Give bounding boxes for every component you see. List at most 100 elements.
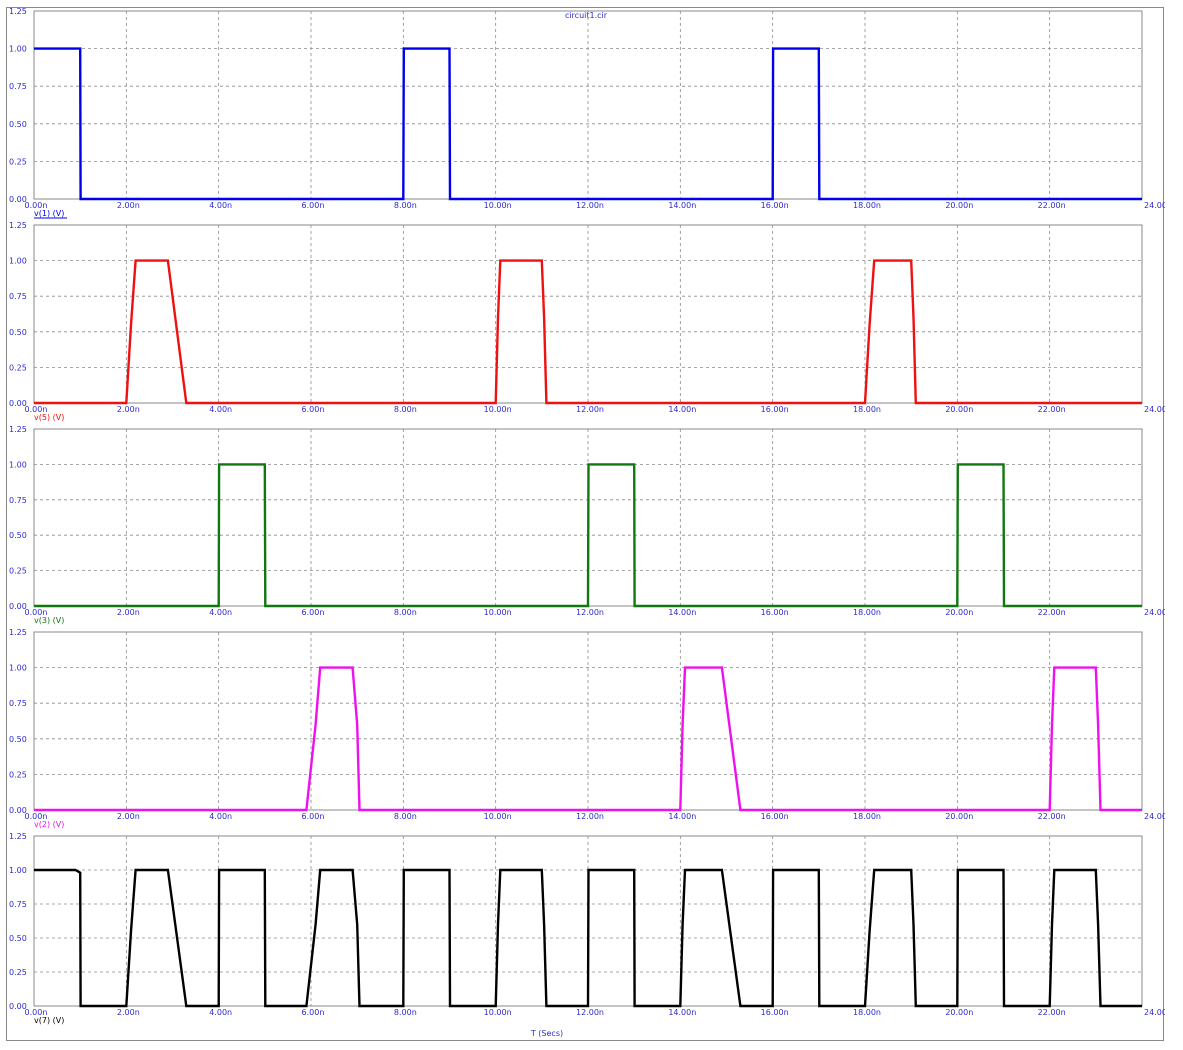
x-tick-label: 12.00n bbox=[576, 608, 604, 617]
y-tick-label: 1.00 bbox=[9, 866, 27, 875]
y-tick-label: 1.25 bbox=[9, 221, 27, 230]
x-tick-label: 10.00n bbox=[484, 812, 512, 821]
x-tick-label: 8.00n bbox=[394, 405, 417, 414]
y-tick-label: 1.25 bbox=[9, 628, 27, 637]
series-label-v5: v(5) (V) bbox=[34, 413, 64, 422]
x-tick-label: 6.00n bbox=[302, 812, 325, 821]
y-tick-label: 1.25 bbox=[9, 832, 27, 841]
x-tick-label: 20.00n bbox=[945, 812, 973, 821]
x-tick-label: 18.00n bbox=[853, 812, 881, 821]
x-tick-label: 20.00n bbox=[945, 405, 973, 414]
y-tick-label: 0.25 bbox=[9, 363, 27, 372]
panel-1 bbox=[33, 10, 1143, 219]
trace-v3 bbox=[34, 463, 1142, 608]
x-tick-label: 16.00n bbox=[761, 405, 789, 414]
x-tick-label: 20.00n bbox=[945, 201, 973, 210]
y-tick-label: 0.75 bbox=[9, 82, 27, 91]
x-tick-label: 4.00n bbox=[209, 1008, 232, 1017]
y-tick-label: 1.25 bbox=[9, 8, 27, 16]
x-tick-label: 22.00n bbox=[1038, 405, 1066, 414]
x-tick-label: 14.00n bbox=[668, 405, 696, 414]
x-tick-label: 18.00n bbox=[853, 608, 881, 617]
x-tick-label: 14.00n bbox=[668, 812, 696, 821]
y-tick-label: 0.50 bbox=[9, 328, 27, 337]
y-tick-label: 0.75 bbox=[9, 900, 27, 909]
x-tick-label: 4.00n bbox=[209, 405, 232, 414]
x-tick-label: 24.00n bbox=[1144, 201, 1165, 210]
x-tick-label: 24.00n bbox=[1144, 1008, 1165, 1017]
x-tick-label: 20.00n bbox=[945, 1008, 973, 1017]
trace-v7 bbox=[34, 868, 1142, 1008]
y-tick-label: 0.50 bbox=[9, 531, 27, 540]
x-tick-label: 4.00n bbox=[209, 201, 232, 210]
x-tick-label: 4.00n bbox=[209, 812, 232, 821]
x-tick-label: 8.00n bbox=[394, 1008, 417, 1017]
x-tick-label: 12.00n bbox=[576, 201, 604, 210]
panel-border bbox=[33, 10, 1143, 200]
y-tick-label: 0.75 bbox=[9, 699, 27, 708]
y-tick-label: 0.25 bbox=[9, 567, 27, 576]
x-tick-label: 18.00n bbox=[853, 201, 881, 210]
x-tick-label: 8.00n bbox=[394, 201, 417, 210]
x-tick-label: 10.00n bbox=[484, 405, 512, 414]
x-tick-label: 22.00n bbox=[1038, 608, 1066, 617]
x-tick-label: 18.00n bbox=[853, 1008, 881, 1017]
x-tick-label: 24.00n bbox=[1144, 812, 1165, 821]
series-label-v3: v(3) (V) bbox=[34, 616, 64, 625]
y-tick-label: 1.25 bbox=[9, 425, 27, 434]
x-tick-label: 8.00n bbox=[394, 608, 417, 617]
series-label-v7: v(7) (V) bbox=[34, 1016, 64, 1025]
x-tick-label: 6.00n bbox=[302, 1008, 325, 1017]
x-tick-label: 4.00n bbox=[209, 608, 232, 617]
x-tick-label: 8.00n bbox=[394, 812, 417, 821]
x-tick-label: 6.00n bbox=[302, 608, 325, 617]
x-tick-label: 6.00n bbox=[302, 405, 325, 414]
x-tick-label: 14.00n bbox=[668, 201, 696, 210]
x-tick-label: 16.00n bbox=[761, 608, 789, 617]
x-tick-label: 20.00n bbox=[945, 608, 973, 617]
y-tick-label: 0.75 bbox=[9, 292, 27, 301]
x-tick-label: 14.00n bbox=[668, 608, 696, 617]
x-tick-label: 14.00n bbox=[668, 1008, 696, 1017]
y-tick-label: 1.00 bbox=[9, 664, 27, 673]
x-tick-label: 10.00n bbox=[484, 608, 512, 617]
x-tick-label: 16.00n bbox=[761, 201, 789, 210]
panel-2 bbox=[33, 224, 1143, 405]
x-axis-label: T (Secs) bbox=[530, 1029, 563, 1038]
x-tick-label: 22.00n bbox=[1038, 1008, 1066, 1017]
plot-title: circuit1.cir bbox=[565, 11, 608, 20]
panel-4 bbox=[33, 631, 1143, 812]
x-tick-label: 2.00n bbox=[117, 1008, 140, 1017]
x-tick-label: 10.00n bbox=[484, 1008, 512, 1017]
x-tick-label: 16.00n bbox=[761, 812, 789, 821]
x-tick-label: 12.00n bbox=[576, 1008, 604, 1017]
y-tick-label: 1.00 bbox=[9, 45, 27, 54]
x-tick-label: 2.00n bbox=[117, 812, 140, 821]
x-tick-label: 2.00n bbox=[117, 201, 140, 210]
y-tick-label: 0.25 bbox=[9, 968, 27, 977]
panel-5 bbox=[33, 835, 1143, 1008]
y-tick-label: 0.25 bbox=[9, 770, 27, 779]
y-tick-label: 0.25 bbox=[9, 157, 27, 166]
y-tick-label: 0.50 bbox=[9, 735, 27, 744]
x-tick-label: 12.00n bbox=[576, 405, 604, 414]
series-label-v2: v(2) (V) bbox=[34, 820, 64, 829]
y-tick-label: 0.50 bbox=[9, 120, 27, 129]
x-tick-label: 24.00n bbox=[1144, 405, 1165, 414]
x-tick-label: 2.00n bbox=[117, 405, 140, 414]
plot-window: circuit1.cir 0.00 0.25 0.50 0.75 1.00 1.25 0.00… bbox=[6, 7, 1165, 1041]
x-tick-label: 16.00n bbox=[761, 1008, 789, 1017]
x-tick-label: 12.00n bbox=[576, 812, 604, 821]
x-tick-label: 24.00n bbox=[1144, 608, 1165, 617]
x-tick-label: 10.00n bbox=[484, 201, 512, 210]
panel-3 bbox=[33, 428, 1143, 608]
x-tick-label: 2.00n bbox=[117, 608, 140, 617]
series-label-v1: v(1) (V) bbox=[34, 209, 64, 218]
x-tick-label: 18.00n bbox=[853, 405, 881, 414]
waveform-plot: circuit1.cir0.000.250.500.751.001.250.00… bbox=[9, 8, 1165, 1038]
x-tick-label: 6.00n bbox=[302, 201, 325, 210]
y-tick-label: 1.00 bbox=[9, 460, 27, 469]
y-tick-label: 1.00 bbox=[9, 257, 27, 266]
y-tick-label: 0.50 bbox=[9, 934, 27, 943]
y-tick-label: 0.75 bbox=[9, 496, 27, 505]
